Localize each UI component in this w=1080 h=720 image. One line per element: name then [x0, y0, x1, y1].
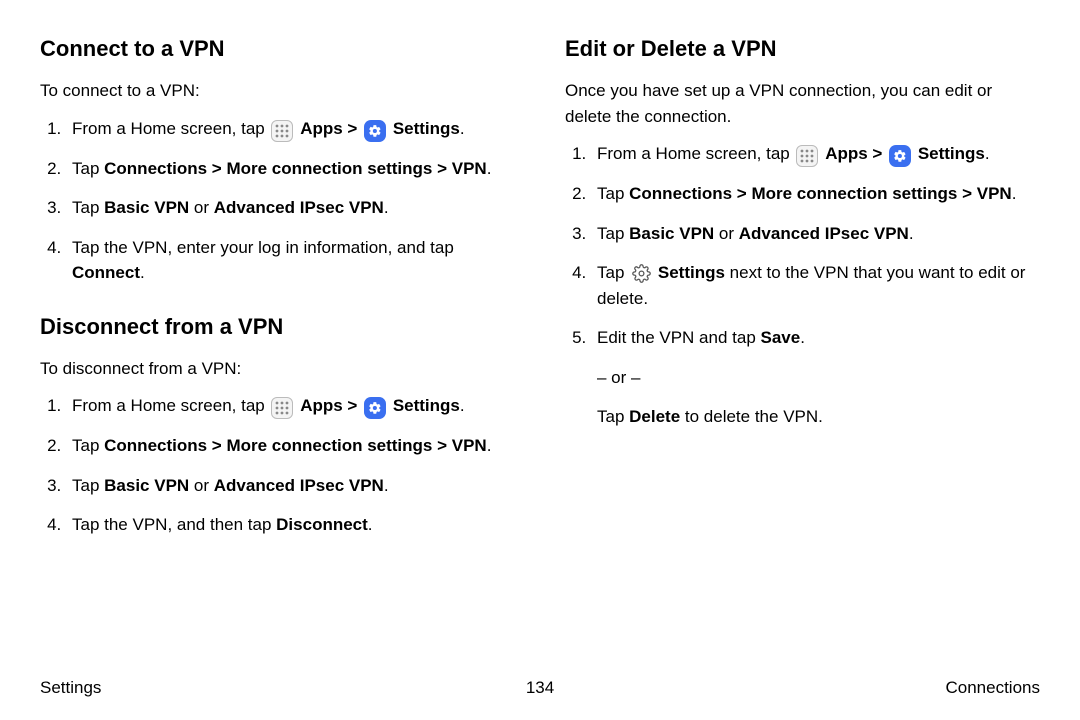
- steps-edit: From a Home screen, tap Apps > Settings.…: [565, 141, 1040, 351]
- step-text: Tap: [72, 159, 104, 178]
- step-end: .: [487, 436, 492, 455]
- step-end: .: [368, 515, 373, 534]
- action-bold: Connect: [72, 263, 140, 282]
- apps-label: Apps: [300, 396, 343, 415]
- step-end: .: [384, 198, 389, 217]
- steps-disconnect: From a Home screen, tap Apps > Settings.…: [40, 393, 515, 538]
- step-text: From a Home screen, tap: [72, 396, 269, 415]
- gear-icon: [630, 263, 652, 285]
- step-text: Tap the VPN, enter your log in informati…: [72, 238, 454, 257]
- content-columns: Connect to a VPN To connect to a VPN: Fr…: [40, 36, 1040, 656]
- step-end: .: [800, 328, 805, 347]
- option-bold: Basic VPN: [104, 476, 189, 495]
- footer-right: Connections: [945, 678, 1040, 698]
- step-text: or: [189, 476, 214, 495]
- apps-icon: [271, 397, 293, 419]
- settings-label: Settings: [393, 396, 460, 415]
- footer-left: Settings: [40, 678, 101, 698]
- apps-icon: [796, 145, 818, 167]
- heading-edit-delete-vpn: Edit or Delete a VPN: [565, 36, 1040, 62]
- intro-connect: To connect to a VPN:: [40, 78, 515, 104]
- step-text: Edit the VPN and tap: [597, 328, 761, 347]
- alt-end: to delete the VPN.: [680, 407, 823, 426]
- apps-label: Apps: [825, 144, 868, 163]
- step-4: Tap the VPN, enter your log in informati…: [66, 235, 515, 286]
- step-end: .: [460, 119, 465, 138]
- step-3: Tap Basic VPN or Advanced IPsec VPN.: [66, 473, 515, 499]
- step-2: Tap Connections > More connection settin…: [66, 156, 515, 182]
- step-end: .: [460, 396, 465, 415]
- step-text: Tap: [597, 184, 629, 203]
- action-bold: Disconnect: [276, 515, 368, 534]
- separator: >: [343, 119, 362, 138]
- heading-connect-vpn: Connect to a VPN: [40, 36, 515, 62]
- intro-edit: Once you have set up a VPN connection, y…: [565, 78, 1040, 129]
- right-column: Edit or Delete a VPN Once you have set u…: [565, 36, 1040, 656]
- step-1: From a Home screen, tap Apps > Settings.: [66, 116, 515, 142]
- settings-label: Settings: [393, 119, 460, 138]
- option-bold: Advanced IPsec VPN: [214, 198, 384, 217]
- heading-disconnect-vpn: Disconnect from a VPN: [40, 314, 515, 340]
- step-text: From a Home screen, tap: [597, 144, 794, 163]
- settings-label: Settings: [658, 263, 725, 282]
- apps-icon: [271, 120, 293, 142]
- step-text: Tap: [72, 198, 104, 217]
- separator: >: [343, 396, 362, 415]
- option-bold: Advanced IPsec VPN: [739, 224, 909, 243]
- step-text: or: [714, 224, 739, 243]
- step-1: From a Home screen, tap Apps > Settings.: [66, 393, 515, 419]
- action-bold: Save: [761, 328, 801, 347]
- path-bold: Connections > More connection settings >…: [629, 184, 1012, 203]
- or-separator: – or –: [597, 365, 1040, 391]
- step-text: Tap: [597, 224, 629, 243]
- alt-step: Tap Delete to delete the VPN.: [597, 404, 1040, 430]
- steps-connect: From a Home screen, tap Apps > Settings.…: [40, 116, 515, 286]
- step-3: Tap Basic VPN or Advanced IPsec VPN.: [591, 221, 1040, 247]
- settings-icon: [364, 120, 386, 142]
- step-text: Tap: [597, 263, 629, 282]
- step-text: Tap: [72, 476, 104, 495]
- settings-icon: [364, 397, 386, 419]
- step-5: Edit the VPN and tap Save.: [591, 325, 1040, 351]
- step-end: .: [985, 144, 990, 163]
- action-bold: Delete: [629, 407, 680, 426]
- alt-text: Tap: [597, 407, 629, 426]
- path-bold: Connections > More connection settings >…: [104, 436, 487, 455]
- option-bold: Basic VPN: [104, 198, 189, 217]
- separator: >: [868, 144, 887, 163]
- settings-label: Settings: [918, 144, 985, 163]
- path-bold: Connections > More connection settings >…: [104, 159, 487, 178]
- step-2: Tap Connections > More connection settin…: [66, 433, 515, 459]
- step-end: .: [909, 224, 914, 243]
- option-bold: Basic VPN: [629, 224, 714, 243]
- settings-icon: [889, 145, 911, 167]
- intro-disconnect: To disconnect from a VPN:: [40, 356, 515, 382]
- step-4: Tap Settings next to the VPN that you wa…: [591, 260, 1040, 311]
- step-4: Tap the VPN, and then tap Disconnect.: [66, 512, 515, 538]
- footer-page-number: 134: [526, 678, 554, 698]
- step-text: From a Home screen, tap: [72, 119, 269, 138]
- step-end: .: [384, 476, 389, 495]
- step-end: .: [487, 159, 492, 178]
- step-text: Tap the VPN, and then tap: [72, 515, 276, 534]
- step-text: Tap: [72, 436, 104, 455]
- step-2: Tap Connections > More connection settin…: [591, 181, 1040, 207]
- step-3: Tap Basic VPN or Advanced IPsec VPN.: [66, 195, 515, 221]
- option-bold: Advanced IPsec VPN: [214, 476, 384, 495]
- apps-label: Apps: [300, 119, 343, 138]
- step-text: or: [189, 198, 214, 217]
- step-end: .: [1012, 184, 1017, 203]
- left-column: Connect to a VPN To connect to a VPN: Fr…: [40, 36, 515, 656]
- page-footer: Settings 134 Connections: [40, 678, 1040, 698]
- step-end: .: [140, 263, 145, 282]
- step-1: From a Home screen, tap Apps > Settings.: [591, 141, 1040, 167]
